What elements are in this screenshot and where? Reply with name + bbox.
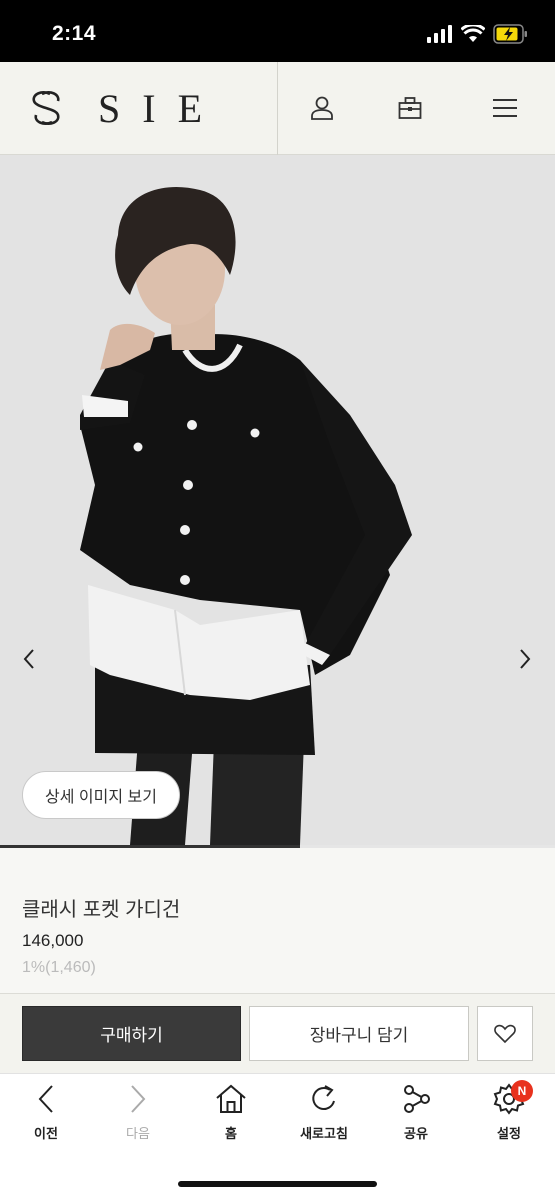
nav-share-label: 공유 bbox=[404, 1126, 428, 1141]
product-name: 클래시 포켓 가디건 bbox=[22, 899, 181, 921]
view-detail-images-button[interactable]: 상세 이미지 보기 bbox=[22, 771, 180, 819]
chevron-left-icon bbox=[38, 1084, 53, 1113]
bag-icon bbox=[398, 97, 422, 119]
chevron-left-icon bbox=[23, 649, 34, 669]
nav-back-button[interactable]: 이전 bbox=[6, 1082, 86, 1142]
carousel-prev-button[interactable] bbox=[17, 645, 41, 673]
heart-icon bbox=[494, 1024, 516, 1043]
cart-button[interactable] bbox=[392, 90, 428, 126]
nav-home-button[interactable]: 홈 bbox=[191, 1082, 271, 1142]
nav-back-label: 이전 bbox=[34, 1126, 58, 1141]
brand-logo[interactable]: SIE bbox=[26, 85, 224, 131]
battery-charging-icon bbox=[493, 24, 527, 44]
notification-badge: N bbox=[511, 1080, 533, 1102]
user-icon bbox=[311, 96, 333, 120]
product-price: 146,000 bbox=[22, 931, 84, 950]
nav-home-label: 홈 bbox=[225, 1126, 237, 1141]
nav-refresh-label: 새로고침 bbox=[300, 1126, 348, 1141]
share-icon bbox=[404, 1084, 430, 1113]
nav-forward-label: 다음 bbox=[126, 1126, 150, 1141]
account-button[interactable] bbox=[304, 90, 340, 126]
status-time: 2:14 bbox=[52, 22, 97, 45]
product-image-carousel[interactable] bbox=[0, 155, 555, 845]
status-icons bbox=[427, 22, 529, 46]
nav-forward-button[interactable]: 다음 bbox=[98, 1082, 178, 1142]
menu-button[interactable] bbox=[487, 90, 523, 126]
menu-icon bbox=[493, 99, 517, 117]
signal-icon bbox=[427, 25, 452, 43]
header-divider bbox=[277, 62, 278, 155]
product-info: 클래시 포켓 가디건 146,000 1%(1,460) bbox=[0, 848, 555, 993]
wishlist-button[interactable] bbox=[477, 1006, 533, 1061]
buy-button[interactable]: 구매하기 bbox=[22, 1006, 241, 1061]
wifi-icon bbox=[461, 25, 485, 42]
nav-share-button[interactable]: 공유 bbox=[376, 1082, 456, 1142]
nav-settings-button[interactable]: N 설정 bbox=[469, 1080, 549, 1142]
product-points: 1%(1,460) bbox=[22, 959, 96, 976]
home-icon bbox=[216, 1084, 246, 1113]
status-bar: 2:14 bbox=[0, 0, 555, 62]
chevron-right-icon bbox=[131, 1084, 146, 1113]
product-photo bbox=[0, 155, 555, 845]
chevron-right-icon bbox=[520, 649, 531, 669]
nav-settings-label: 설정 bbox=[497, 1126, 521, 1141]
brand-monogram-icon bbox=[32, 91, 60, 125]
refresh-icon bbox=[312, 1084, 335, 1110]
home-indicator bbox=[178, 1181, 377, 1187]
carousel-next-button[interactable] bbox=[513, 645, 537, 673]
site-header: SIE bbox=[0, 62, 555, 155]
brand-name: SIE bbox=[98, 85, 224, 131]
browser-bottom-nav: 이전 다음 홈 새로고침 공유 N 설정 bbox=[0, 1073, 555, 1200]
purchase-actions: 구매하기 장바구니 담기 bbox=[0, 993, 555, 1073]
nav-refresh-button[interactable]: 새로고침 bbox=[284, 1082, 364, 1142]
add-to-cart-button[interactable]: 장바구니 담기 bbox=[249, 1006, 469, 1061]
